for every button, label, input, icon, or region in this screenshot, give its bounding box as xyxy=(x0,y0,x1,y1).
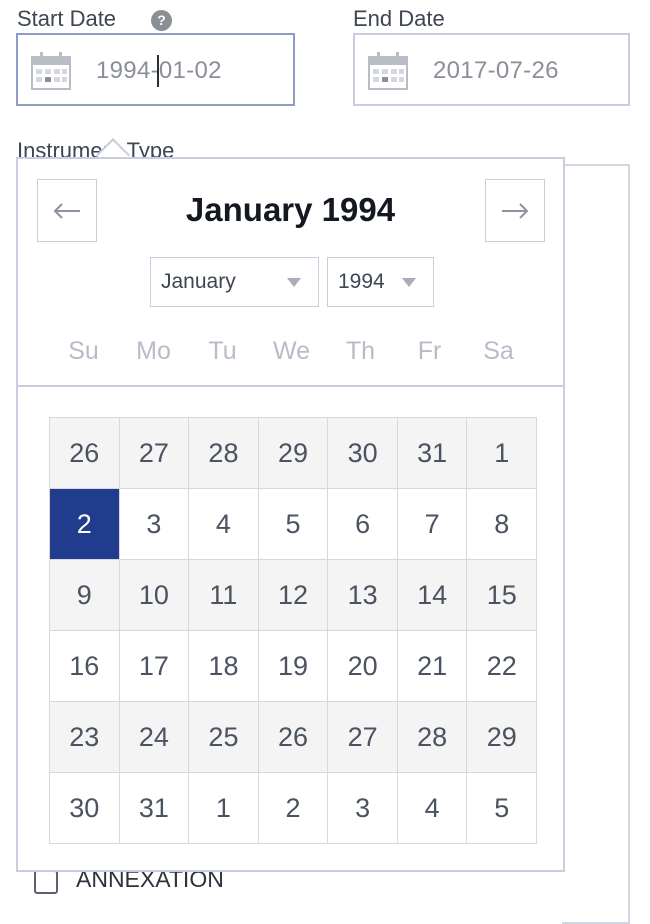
month-select-value: January xyxy=(161,270,236,293)
weekday-header: Th xyxy=(345,337,376,365)
day-cell[interactable]: 26 xyxy=(50,418,120,489)
datepicker-popup: January 1994 January 1994 Su Mo Tu We Th… xyxy=(16,157,565,872)
day-cell[interactable]: 5 xyxy=(258,489,329,560)
end-date-value: 2017-07-26 xyxy=(433,57,559,84)
day-cell[interactable]: 19 xyxy=(258,631,329,702)
text-cursor xyxy=(157,55,159,87)
day-cell[interactable]: 29 xyxy=(258,418,329,489)
day-cell[interactable]: 26 xyxy=(258,702,329,773)
day-cell[interactable]: 1 xyxy=(189,773,259,844)
weekday-header: Tu xyxy=(208,337,237,365)
arrow-right-icon xyxy=(502,202,529,219)
day-cell[interactable]: 27 xyxy=(119,418,190,489)
day-cell[interactable]: 24 xyxy=(119,702,190,773)
day-cell[interactable]: 31 xyxy=(119,773,190,844)
day-cell[interactable]: 2 xyxy=(258,773,329,844)
day-cell[interactable]: 31 xyxy=(397,418,468,489)
calendar-week: 26 27 28 29 30 31 1 xyxy=(50,418,538,489)
calendar-week: 30 31 1 2 3 4 5 xyxy=(50,773,538,844)
day-cell[interactable]: 15 xyxy=(467,560,538,631)
day-cell[interactable]: 16 xyxy=(50,631,120,702)
day-cell[interactable]: 10 xyxy=(119,560,190,631)
day-cell[interactable]: 17 xyxy=(119,631,190,702)
weekday-header: We xyxy=(272,337,311,365)
annexation-checkbox[interactable] xyxy=(34,870,58,894)
day-cell[interactable]: 4 xyxy=(397,773,468,844)
chevron-down-icon xyxy=(287,278,301,287)
day-cell[interactable]: 14 xyxy=(397,560,468,631)
day-cell[interactable]: 12 xyxy=(258,560,329,631)
day-cell[interactable]: 9 xyxy=(50,560,120,631)
instrument-type-list xyxy=(562,164,630,924)
help-icon[interactable]: ? xyxy=(151,10,172,31)
calendar-week: 23 24 25 26 27 28 29 xyxy=(50,702,538,773)
chevron-down-icon xyxy=(402,278,416,287)
calendar-week: 9 10 11 12 13 14 15 xyxy=(50,560,538,631)
day-cell[interactable]: 6 xyxy=(328,489,398,560)
day-cell[interactable]: 27 xyxy=(328,702,398,773)
end-date-label: End Date xyxy=(353,6,445,31)
weekday-header: Fr xyxy=(417,337,442,365)
weekday-header: Sa xyxy=(483,337,514,365)
day-cell[interactable]: 11 xyxy=(189,560,259,631)
day-cell[interactable]: 25 xyxy=(189,702,259,773)
start-date-field[interactable]: 1994-01-02 xyxy=(16,33,295,106)
day-cell[interactable]: 3 xyxy=(119,489,190,560)
divider xyxy=(18,385,563,387)
day-cell[interactable]: 22 xyxy=(467,631,538,702)
year-select-value: 1994 xyxy=(338,270,385,293)
calendar-grid: 26 27 28 29 30 31 1 2 3 4 5 6 7 8 9 10 1… xyxy=(49,417,538,844)
weekday-header: Mo xyxy=(136,337,171,365)
day-cell[interactable]: 13 xyxy=(328,560,398,631)
calendar-icon xyxy=(31,52,71,90)
day-cell[interactable]: 30 xyxy=(50,773,120,844)
day-cell[interactable]: 1 xyxy=(467,418,538,489)
day-cell[interactable]: 28 xyxy=(189,418,259,489)
day-cell[interactable]: 18 xyxy=(189,631,259,702)
calendar-week: 16 17 18 19 20 21 22 xyxy=(50,631,538,702)
next-month-button[interactable] xyxy=(485,179,545,242)
day-cell[interactable]: 23 xyxy=(50,702,120,773)
day-cell[interactable]: 29 xyxy=(467,702,538,773)
day-cell[interactable]: 20 xyxy=(328,631,398,702)
day-cell[interactable]: 3 xyxy=(328,773,398,844)
day-cell[interactable]: 21 xyxy=(397,631,468,702)
day-cell[interactable]: 30 xyxy=(328,418,398,489)
weekday-header: Su xyxy=(68,337,99,365)
day-cell[interactable]: 7 xyxy=(397,489,468,560)
selected-day-cell[interactable]: 2 xyxy=(50,489,120,560)
calendar-title: January 1994 xyxy=(185,191,396,228)
calendar-week: 2 3 4 5 6 7 8 xyxy=(50,489,538,560)
calendar-icon xyxy=(368,52,408,90)
end-date-field[interactable]: 2017-07-26 xyxy=(353,33,630,106)
day-cell[interactable]: 28 xyxy=(397,702,468,773)
year-select[interactable]: 1994 xyxy=(327,257,434,307)
month-select[interactable]: January xyxy=(150,257,319,307)
day-cell[interactable]: 4 xyxy=(189,489,259,560)
day-cell[interactable]: 8 xyxy=(467,489,538,560)
day-cell[interactable]: 5 xyxy=(467,773,538,844)
start-date-label: Start Date xyxy=(17,6,117,31)
